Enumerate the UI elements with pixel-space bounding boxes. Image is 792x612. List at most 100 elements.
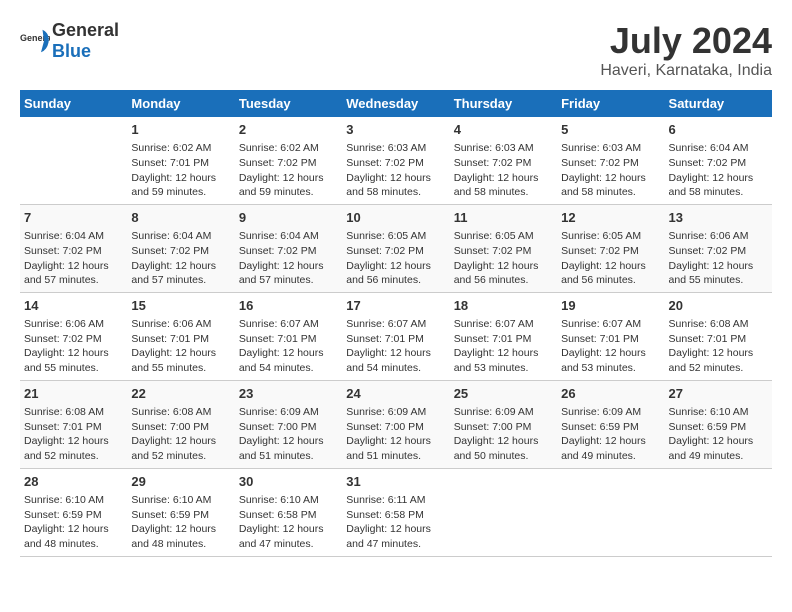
calendar-table: SundayMondayTuesdayWednesdayThursdayFrid…: [20, 90, 772, 557]
day-info: Sunrise: 6:06 AMSunset: 7:02 PMDaylight:…: [24, 317, 123, 376]
day-number: 29: [131, 473, 230, 491]
day-info: Sunrise: 6:05 AMSunset: 7:02 PMDaylight:…: [454, 229, 553, 288]
calendar-cell: 12 Sunrise: 6:05 AMSunset: 7:02 PMDayligh…: [557, 204, 664, 292]
day-number: 13: [669, 209, 768, 227]
calendar-week-1: 1Sunrise: 6:02 AMSunset: 7:01 PMDaylight…: [20, 117, 772, 204]
day-number: 4: [454, 121, 553, 139]
calendar-cell: [450, 468, 557, 556]
day-info: Sunrise: 6:08 AMSunset: 7:00 PMDaylight:…: [131, 405, 230, 464]
day-info: Sunrise: 6:04 AMSunset: 7:02 PMDaylight:…: [24, 229, 123, 288]
calendar-week-4: 21 Sunrise: 6:08 AMSunset: 7:01 PMDayligh…: [20, 380, 772, 468]
day-number: 5: [561, 121, 660, 139]
day-info: Sunrise: 6:02 AMSunset: 7:02 PMDaylight:…: [239, 141, 338, 200]
calendar-cell: [665, 468, 772, 556]
calendar-cell: 13Sunrise: 6:06 AMSunset: 7:02 PMDayligh…: [665, 204, 772, 292]
calendar-cell: 5 Sunrise: 6:03 AMSunset: 7:02 PMDaylight…: [557, 117, 664, 204]
calendar-cell: 6Sunrise: 6:04 AMSunset: 7:02 PMDaylight…: [665, 117, 772, 204]
calendar-cell: 20 Sunrise: 6:08 AMSunset: 7:01 PMDayligh…: [665, 292, 772, 380]
calendar-cell: 21 Sunrise: 6:08 AMSunset: 7:01 PMDayligh…: [20, 380, 127, 468]
page-header: General General Blue July 2024 Haveri, K…: [20, 20, 772, 80]
day-number: 9: [239, 209, 338, 227]
calendar-cell: [557, 468, 664, 556]
day-number: 30: [239, 473, 338, 491]
day-number: 12: [561, 209, 660, 227]
day-info: Sunrise: 6:10 AMSunset: 6:59 PMDaylight:…: [24, 493, 123, 552]
header-sunday: Sunday: [20, 90, 127, 117]
day-number: 7: [24, 209, 123, 227]
day-number: 23: [239, 385, 338, 403]
calendar-cell: [20, 117, 127, 204]
calendar-week-5: 28 Sunrise: 6:10 AMSunset: 6:59 PMDayligh…: [20, 468, 772, 556]
calendar-cell: 31Sunrise: 6:11 AMSunset: 6:58 PMDayligh…: [342, 468, 449, 556]
calendar-cell: 22Sunrise: 6:08 AMSunset: 7:00 PMDayligh…: [127, 380, 234, 468]
calendar-cell: 30 Sunrise: 6:10 AMSunset: 6:58 PMDayligh…: [235, 468, 342, 556]
day-info: Sunrise: 6:06 AMSunset: 7:01 PMDaylight:…: [131, 317, 230, 376]
calendar-cell: 2 Sunrise: 6:02 AMSunset: 7:02 PMDaylight…: [235, 117, 342, 204]
title-area: July 2024 Haveri, Karnataka, India: [600, 20, 772, 80]
calendar-week-3: 14 Sunrise: 6:06 AMSunset: 7:02 PMDayligh…: [20, 292, 772, 380]
calendar-body: 1Sunrise: 6:02 AMSunset: 7:01 PMDaylight…: [20, 117, 772, 556]
day-info: Sunrise: 6:04 AMSunset: 7:02 PMDaylight:…: [239, 229, 338, 288]
day-number: 6: [669, 121, 768, 139]
calendar-cell: 11Sunrise: 6:05 AMSunset: 7:02 PMDayligh…: [450, 204, 557, 292]
day-number: 25: [454, 385, 553, 403]
header-tuesday: Tuesday: [235, 90, 342, 117]
day-info: Sunrise: 6:09 AMSunset: 7:00 PMDaylight:…: [346, 405, 445, 464]
calendar-cell: 14 Sunrise: 6:06 AMSunset: 7:02 PMDayligh…: [20, 292, 127, 380]
calendar-cell: 25 Sunrise: 6:09 AMSunset: 7:00 PMDayligh…: [450, 380, 557, 468]
day-info: Sunrise: 6:09 AMSunset: 7:00 PMDaylight:…: [454, 405, 553, 464]
day-info: Sunrise: 6:07 AMSunset: 7:01 PMDaylight:…: [454, 317, 553, 376]
day-info: Sunrise: 6:10 AMSunset: 6:59 PMDaylight:…: [131, 493, 230, 552]
day-number: 31: [346, 473, 445, 491]
day-number: 2: [239, 121, 338, 139]
header-row: SundayMondayTuesdayWednesdayThursdayFrid…: [20, 90, 772, 117]
header-friday: Friday: [557, 90, 664, 117]
day-number: 14: [24, 297, 123, 315]
calendar-cell: 27Sunrise: 6:10 AMSunset: 6:59 PMDayligh…: [665, 380, 772, 468]
calendar-cell: 16 Sunrise: 6:07 AMSunset: 7:01 PMDayligh…: [235, 292, 342, 380]
calendar-cell: 26 Sunrise: 6:09 AMSunset: 6:59 PMDayligh…: [557, 380, 664, 468]
day-number: 26: [561, 385, 660, 403]
day-info: Sunrise: 6:09 AMSunset: 7:00 PMDaylight:…: [239, 405, 338, 464]
day-info: Sunrise: 6:02 AMSunset: 7:01 PMDaylight:…: [131, 141, 230, 200]
day-number: 20: [669, 297, 768, 315]
day-number: 21: [24, 385, 123, 403]
logo: General General Blue: [20, 20, 119, 62]
day-info: Sunrise: 6:05 AMSunset: 7:02 PMDaylight:…: [561, 229, 660, 288]
day-number: 19: [561, 297, 660, 315]
header-monday: Monday: [127, 90, 234, 117]
day-number: 10: [346, 209, 445, 227]
calendar-cell: 24 Sunrise: 6:09 AMSunset: 7:00 PMDayligh…: [342, 380, 449, 468]
day-info: Sunrise: 6:08 AMSunset: 7:01 PMDaylight:…: [669, 317, 768, 376]
calendar-cell: 10Sunrise: 6:05 AMSunset: 7:02 PMDayligh…: [342, 204, 449, 292]
day-info: Sunrise: 6:09 AMSunset: 6:59 PMDaylight:…: [561, 405, 660, 464]
header-wednesday: Wednesday: [342, 90, 449, 117]
day-info: Sunrise: 6:03 AMSunset: 7:02 PMDaylight:…: [454, 141, 553, 200]
day-info: Sunrise: 6:10 AMSunset: 6:58 PMDaylight:…: [239, 493, 338, 552]
day-number: 27: [669, 385, 768, 403]
calendar-cell: 15 Sunrise: 6:06 AMSunset: 7:01 PMDayligh…: [127, 292, 234, 380]
logo-general-text: General: [52, 20, 119, 40]
day-info: Sunrise: 6:07 AMSunset: 7:01 PMDaylight:…: [239, 317, 338, 376]
day-info: Sunrise: 6:04 AMSunset: 7:02 PMDaylight:…: [131, 229, 230, 288]
day-info: Sunrise: 6:08 AMSunset: 7:01 PMDaylight:…: [24, 405, 123, 464]
calendar-cell: 19 Sunrise: 6:07 AMSunset: 7:01 PMDayligh…: [557, 292, 664, 380]
day-number: 24: [346, 385, 445, 403]
calendar-cell: 1Sunrise: 6:02 AMSunset: 7:01 PMDaylight…: [127, 117, 234, 204]
subtitle: Haveri, Karnataka, India: [600, 62, 772, 80]
day-info: Sunrise: 6:07 AMSunset: 7:01 PMDaylight:…: [561, 317, 660, 376]
calendar-cell: 29 Sunrise: 6:10 AMSunset: 6:59 PMDayligh…: [127, 468, 234, 556]
day-number: 8: [131, 209, 230, 227]
day-info: Sunrise: 6:03 AMSunset: 7:02 PMDaylight:…: [346, 141, 445, 200]
day-info: Sunrise: 6:03 AMSunset: 7:02 PMDaylight:…: [561, 141, 660, 200]
day-number: 16: [239, 297, 338, 315]
logo-icon: General: [20, 26, 50, 56]
calendar-cell: 28 Sunrise: 6:10 AMSunset: 6:59 PMDayligh…: [20, 468, 127, 556]
calendar-header: SundayMondayTuesdayWednesdayThursdayFrid…: [20, 90, 772, 117]
day-number: 3: [346, 121, 445, 139]
calendar-cell: 4 Sunrise: 6:03 AMSunset: 7:02 PMDaylight…: [450, 117, 557, 204]
day-number: 15: [131, 297, 230, 315]
day-number: 28: [24, 473, 123, 491]
calendar-cell: 18Sunrise: 6:07 AMSunset: 7:01 PMDayligh…: [450, 292, 557, 380]
day-number: 17: [346, 297, 445, 315]
